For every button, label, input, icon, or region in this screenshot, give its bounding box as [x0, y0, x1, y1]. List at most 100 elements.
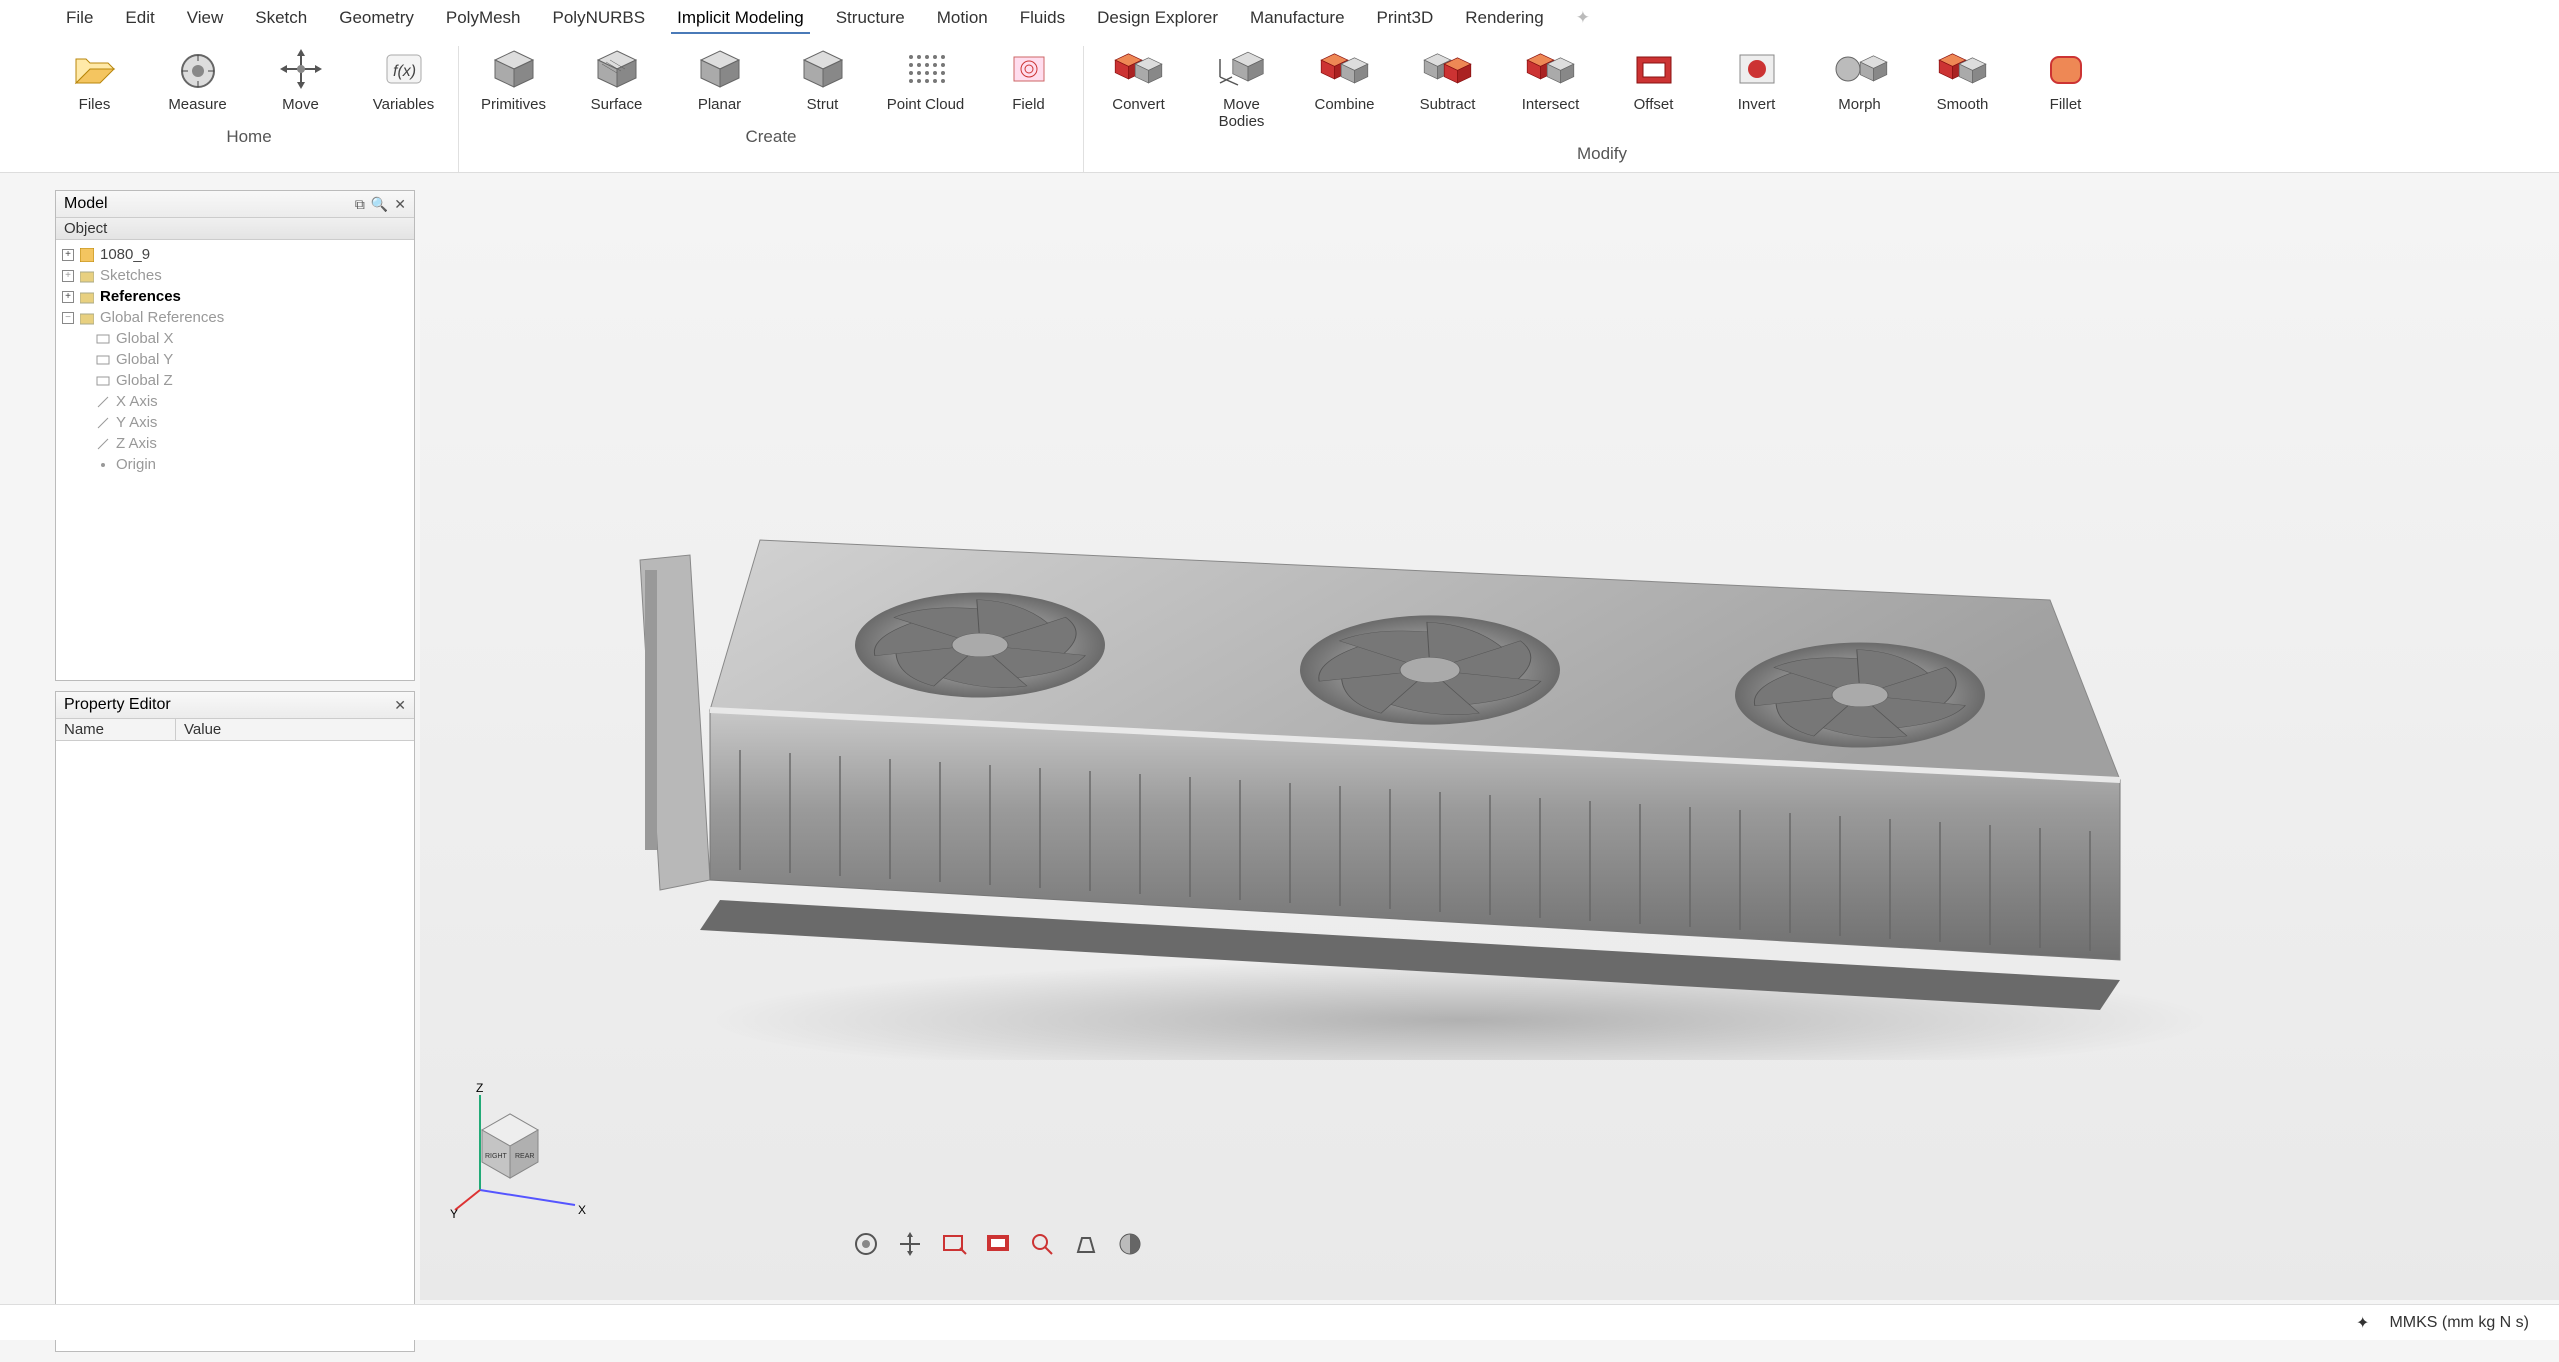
- menu-rendering[interactable]: Rendering: [1459, 4, 1549, 34]
- shade-icon[interactable]: [1114, 1228, 1146, 1260]
- tool-label: Measure: [168, 96, 226, 113]
- tool-button-files[interactable]: Files: [52, 46, 137, 113]
- model-panel-title: Model: [64, 195, 108, 213]
- fillet-icon: [2038, 46, 2094, 92]
- menu-edit[interactable]: Edit: [119, 4, 160, 34]
- tool-label: Primitives: [481, 96, 546, 113]
- search-icon[interactable]: 🔍: [371, 196, 388, 213]
- tool-button-surface[interactable]: ox="0 0 50 44"> Surface: [574, 46, 659, 113]
- property-columns: Name Value: [56, 719, 414, 741]
- tool-label: Files: [79, 96, 111, 113]
- menu-design-explorer[interactable]: Design Explorer: [1091, 4, 1224, 34]
- measure-icon: [170, 46, 226, 92]
- tool-button-variables[interactable]: f(x)Variables: [361, 46, 446, 113]
- menu-motion[interactable]: Motion: [931, 4, 994, 34]
- model-panel: Model ⧉ 🔍 ✕ Object +1080_9+Sketches+Refe…: [55, 190, 415, 681]
- tree-item-x-axis[interactable]: X Axis: [96, 391, 408, 412]
- menu-polymesh[interactable]: PolyMesh: [440, 4, 527, 34]
- tool-label: Offset: [1634, 96, 1674, 113]
- menu-structure[interactable]: Structure: [830, 4, 911, 34]
- tool-button-field[interactable]: Field: [986, 46, 1071, 113]
- units-label[interactable]: MMKS (mm kg N s): [2389, 1314, 2529, 1332]
- tool-button-fillet[interactable]: Fillet: [2023, 46, 2108, 130]
- tree-item-global-z[interactable]: Global Z: [96, 370, 408, 391]
- menu-print3d[interactable]: Print3D: [1371, 4, 1440, 34]
- tool-button-subtract[interactable]: Subtract: [1405, 46, 1490, 130]
- tree-item-global-x[interactable]: Global X: [96, 328, 408, 349]
- tree-label: X Axis: [116, 393, 158, 410]
- tool-button-intersect[interactable]: Intersect: [1508, 46, 1593, 130]
- tree-item-sketches[interactable]: + Sketches: [62, 265, 408, 286]
- tree-item-global-y[interactable]: Global Y: [96, 349, 408, 370]
- close-icon[interactable]: ✕: [394, 196, 406, 213]
- combine-icon: [1317, 46, 1373, 92]
- menu-view[interactable]: View: [181, 4, 230, 34]
- tool-button-point-cloud[interactable]: Point Cloud: [883, 46, 968, 113]
- model-panel-header[interactable]: Model ⧉ 🔍 ✕: [56, 191, 414, 218]
- tool-button-planar[interactable]: Planar: [677, 46, 762, 113]
- menu-bar: File Edit View Sketch Geometry PolyMesh PolyNU…: [0, 0, 2559, 38]
- menu-fluids[interactable]: Fluids: [1014, 4, 1071, 34]
- tool-button-convert[interactable]: Convert: [1096, 46, 1181, 130]
- axis-y-label: Y: [450, 1207, 458, 1220]
- tool-button-smooth[interactable]: Smooth: [1920, 46, 2005, 130]
- offset-icon: [1626, 46, 1682, 92]
- axis-z-label: Z: [476, 1081, 483, 1095]
- tree-toggle-icon[interactable]: −: [62, 312, 74, 324]
- menu-file[interactable]: File: [60, 4, 99, 34]
- tool-button-primitives[interactable]: Primitives: [471, 46, 556, 113]
- tree-item-references[interactable]: + References: [62, 286, 408, 307]
- tool-button-move[interactable]: Move: [258, 46, 343, 113]
- menu-implicit-modeling[interactable]: Implicit Modeling: [671, 4, 810, 34]
- tool-button-strut[interactable]: Strut: [780, 46, 865, 113]
- tool-button-morph[interactable]: Morph: [1817, 46, 1902, 130]
- tree-label: Y Axis: [116, 414, 157, 431]
- property-panel: Property Editor ✕ Name Value: [55, 691, 415, 1352]
- tree-label: Sketches: [100, 267, 162, 284]
- pan-icon[interactable]: [894, 1228, 926, 1260]
- menu-polynurbs[interactable]: PolyNURBS: [547, 4, 652, 34]
- left-panel: Model ⧉ 🔍 ✕ Object +1080_9+Sketches+Refe…: [55, 190, 415, 1362]
- view-cube[interactable]: Z Y X RIGHT REAR: [450, 1080, 590, 1220]
- variables-icon: f(x): [376, 46, 432, 92]
- orbit-icon[interactable]: [850, 1228, 882, 1260]
- morph-icon: [1832, 46, 1888, 92]
- add-tab-icon[interactable]: ✦: [1570, 4, 1596, 34]
- viewcube-rear: REAR: [515, 1153, 534, 1160]
- move-bodies-icon: [1214, 46, 1270, 92]
- tool-button-invert[interactable]: Invert: [1714, 46, 1799, 130]
- menu-geometry[interactable]: Geometry: [333, 4, 420, 34]
- zoom-icon[interactable]: [1026, 1228, 1058, 1260]
- tool-button-measure[interactable]: Measure: [155, 46, 240, 113]
- zoom-window-icon[interactable]: [938, 1228, 970, 1260]
- property-col-value: Value: [176, 719, 229, 740]
- strut-icon: [795, 46, 851, 92]
- viewport-3d[interactable]: Z Y X RIGHT REAR: [420, 190, 2559, 1300]
- tree-label: References: [100, 288, 181, 305]
- field-icon: [1001, 46, 1057, 92]
- snap-icon[interactable]: ✦: [2356, 1313, 2369, 1333]
- tree-toggle-icon[interactable]: +: [62, 270, 74, 282]
- tool-button-combine[interactable]: Combine: [1302, 46, 1387, 130]
- tree-toggle-icon[interactable]: +: [62, 249, 74, 261]
- tree-item-y-axis[interactable]: Y Axis: [96, 412, 408, 433]
- menu-manufacture[interactable]: Manufacture: [1244, 4, 1351, 34]
- undock-icon[interactable]: ⧉: [355, 196, 365, 213]
- close-icon[interactable]: ✕: [394, 697, 406, 714]
- files-icon: [67, 46, 123, 92]
- tree-item-origin[interactable]: Origin: [96, 454, 408, 475]
- group-label: Modify: [1577, 144, 1627, 164]
- tree-item-1080_9[interactable]: +1080_9: [62, 244, 408, 265]
- fit-icon[interactable]: [982, 1228, 1014, 1260]
- property-panel-header[interactable]: Property Editor ✕: [56, 692, 414, 719]
- tree-item-z-axis[interactable]: Z Axis: [96, 433, 408, 454]
- tool-button-offset[interactable]: Offset: [1611, 46, 1696, 130]
- perspective-icon[interactable]: [1070, 1228, 1102, 1260]
- model-render: [560, 500, 2280, 1060]
- tree-item-global-references[interactable]: −Global References: [62, 307, 408, 328]
- property-col-name: Name: [56, 719, 176, 740]
- tool-label: Move: [282, 96, 319, 113]
- tree-toggle-icon[interactable]: +: [62, 291, 74, 303]
- tool-button-move-bodies[interactable]: Move Bodies: [1199, 46, 1284, 130]
- menu-sketch[interactable]: Sketch: [249, 4, 313, 34]
